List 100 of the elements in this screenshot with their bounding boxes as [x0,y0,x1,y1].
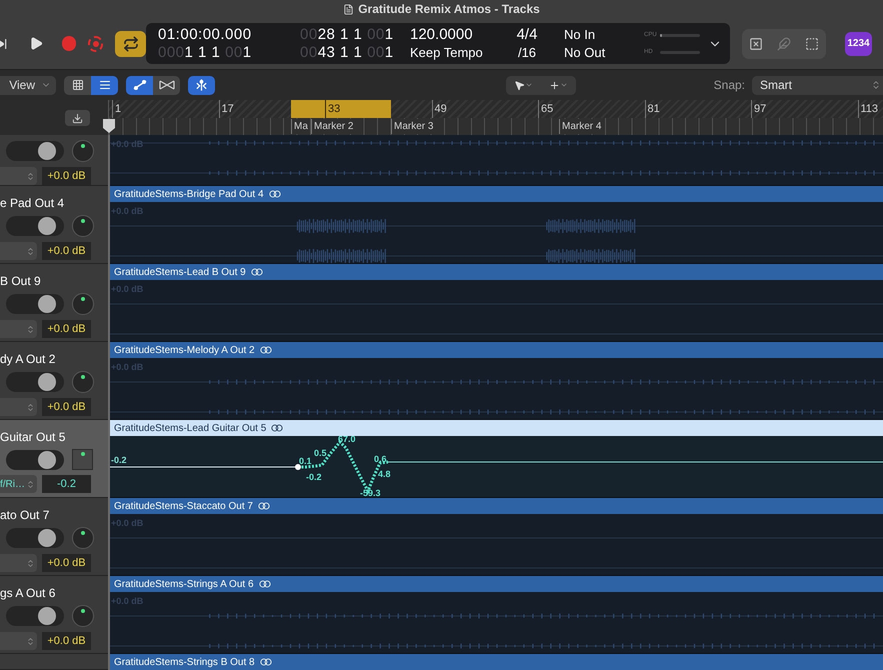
automation-value-label: 0.5 [314,448,327,458]
region-header[interactable]: GratitudeStems-Strings B Out 8 [110,654,883,670]
track-header[interactable]: ato Out 7 +0.0 dB [0,498,108,576]
up-down-chevron-icon [26,402,35,412]
track-header[interactable]: e Pad Out 4 +0.0 dB [0,186,108,264]
track-name: B Out 9 [0,274,42,288]
volume-value[interactable]: -0.2 [42,475,91,493]
pan-knob[interactable] [72,527,94,549]
volume-slider[interactable] [6,606,64,626]
output-label: No Out [564,44,606,62]
crosshair-icon [549,80,560,90]
close-icon[interactable] [749,36,763,50]
play-icon[interactable] [29,36,44,51]
automation-value-label: 67.0 [338,436,356,444]
pan-knob[interactable] [72,371,94,393]
signature-readout: 4/4 [516,26,538,44]
pointer-icon [514,80,525,90]
tempo-readout: 120.0000 [410,26,473,44]
track-header[interactable]: gs A Out 6 +0.0 dB [0,576,108,654]
secondary-tool-menu[interactable] [549,80,568,90]
catch-icon [195,79,208,91]
up-down-chevron-icon [26,324,35,334]
region-header[interactable]: GratitudeStems-Lead B Out 9 [110,264,883,280]
region-header[interactable]: GratitudeStems-Melody A Out 2 [110,342,883,358]
volume-slider[interactable] [6,528,64,548]
automation-value-label: -59.3 [360,488,381,498]
marker-label[interactable]: Ma [291,119,310,134]
volume-value[interactable]: +0.0 dB [42,632,91,650]
document-icon [343,4,354,14]
automation-button[interactable] [126,76,153,94]
list-icon [98,79,110,91]
up-down-chevron-icon [26,558,35,568]
track-header[interactable]: Guitar Out 5 f/Ri… -0.2 [0,420,108,498]
region-header[interactable]: GratitudeStems-Lead Guitar Out 5 [110,420,883,436]
grid-view-button[interactable] [64,76,91,94]
volume-value[interactable]: +0.0 dB [42,554,91,572]
loop-icon [258,580,271,588]
loop-icon [260,346,272,354]
cycle-region[interactable] [291,100,391,118]
region-header[interactable]: GratitudeStems-Staccato Out 7 [110,498,883,514]
volume-value[interactable]: +0.0 dB [42,398,91,416]
pan-knob[interactable] [72,293,94,315]
square-icon[interactable] [805,36,819,50]
loop-icon [268,190,281,198]
track-name: ato Out 7 [0,508,50,522]
flex-button[interactable] [153,76,180,94]
pan-knob[interactable] [72,140,94,162]
automation-value-label: 4.8 [378,469,391,479]
volume-value[interactable]: +0.0 dB [42,167,91,185]
volume-value[interactable]: +0.0 dB [42,242,91,260]
pan-knob[interactable] [72,215,94,237]
cycle-button[interactable] [115,30,146,56]
playhead-icon[interactable] [103,119,115,133]
track-name: gs A Out 6 [0,586,56,600]
parameter-dropdown[interactable]: f/Ri… [0,475,37,493]
chevron-down-icon [525,81,533,89]
volume-slider[interactable] [6,450,64,470]
volume-slider[interactable] [6,141,64,161]
track-header[interactable]: +0.0 dB [0,135,108,186]
pan-knob[interactable] [72,605,94,627]
automation-value-label: 0.6 [374,454,387,464]
track-header[interactable] [0,654,108,670]
snap-label: Snap: [714,77,745,94]
volume-slider[interactable] [6,294,64,314]
catch-button[interactable] [188,76,215,94]
region-header[interactable]: GratitudeStems-Bridge Pad Out 4 [110,186,883,202]
track-name: Guitar Out 5 [0,430,66,444]
window-title: Gratitude Remix Atmos - Tracks [358,1,540,18]
loop-icon [250,268,263,276]
input-label: No In [564,26,596,44]
up-down-chevron-icon [871,80,881,90]
loop-icon [258,502,270,510]
track-header[interactable]: B Out 9 +0.0 dB [0,264,108,342]
up-down-chevron-icon [26,480,35,488]
pointer-tool-menu[interactable] [514,80,533,90]
up-down-chevron-icon [26,172,35,180]
snap-dropdown[interactable]: Smart [752,76,883,94]
volume-value[interactable]: +0.0 dB [42,320,91,338]
volume-slider[interactable] [6,216,64,236]
marker-label[interactable]: Marker 3 [391,119,436,134]
cycle-icon [122,36,139,52]
list-view-button[interactable] [91,76,118,94]
automation-value-label: -0.2 [306,472,322,482]
automation-mode-box[interactable] [72,449,93,470]
region-header[interactable]: GratitudeStems-Strings A Out 6 [110,576,883,592]
view-menu[interactable]: View [0,76,56,94]
division-readout: /16 [518,44,536,62]
marker-label[interactable]: Marker 4 [559,119,604,134]
region-lane[interactable]: 0.1 0.5 -0.2 67.0 0.6 4.8 -59.3 -0.2 [110,436,883,498]
download-button[interactable] [65,110,90,126]
up-down-chevron-icon [26,636,35,646]
marker-label[interactable]: Marker 2 [311,119,356,134]
track-name: e Pad Out 4 [0,196,66,210]
volume-slider[interactable] [6,372,64,392]
loop-icon [271,424,284,432]
up-down-chevron-icon [26,246,35,256]
key-commands-badge[interactable]: 1234 [845,32,872,56]
automation-value-label: 0.1 [299,456,312,466]
track-header[interactable]: dy A Out 2 +0.0 dB [0,342,108,420]
hourglass-icon [158,80,174,90]
